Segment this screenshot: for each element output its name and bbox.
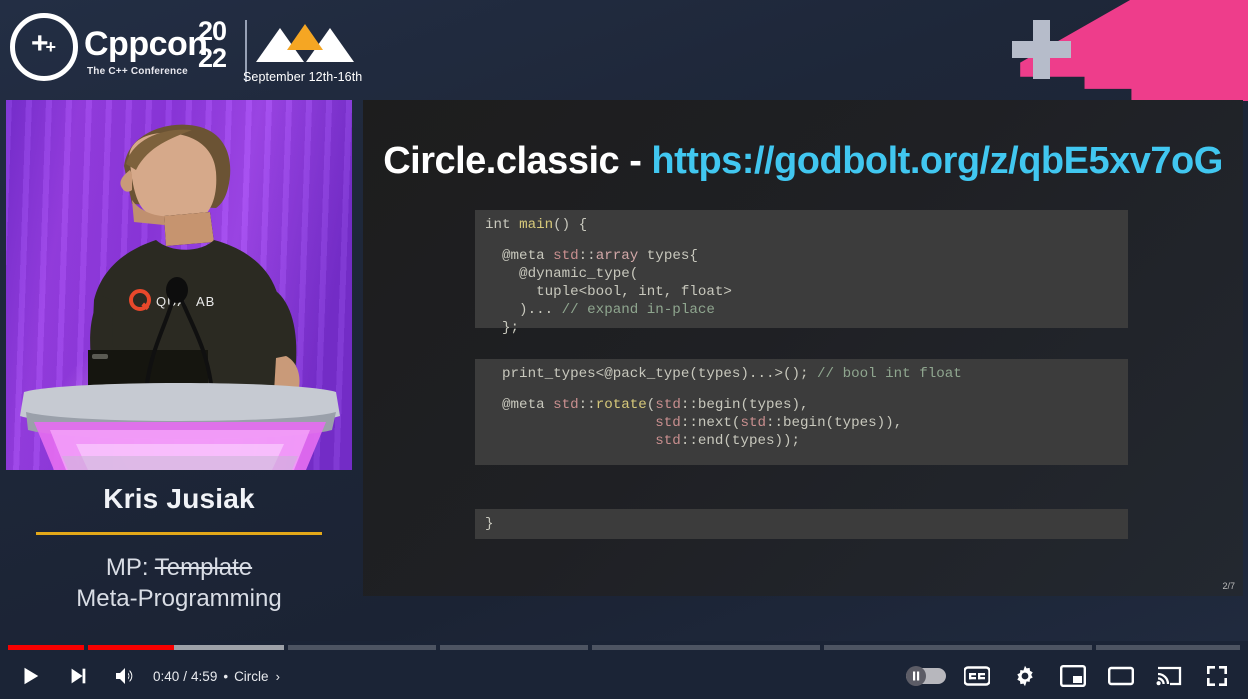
current-time: 0:40 [153, 668, 180, 684]
chevron-right-icon[interactable]: › [276, 669, 280, 684]
talk-title-prefix: MP: [105, 554, 149, 581]
logo-year: 20 22 [198, 16, 227, 73]
svg-text:AB: AB [196, 294, 215, 309]
video-stage[interactable]: ++ Cppcon The C++ Conference 20 22 Septe… [0, 0, 1248, 641]
fullscreen-button[interactable] [1196, 653, 1238, 699]
mountains-icon [256, 24, 354, 62]
speaker-panel: QUA AB Kris Jusiak MP: Template Meta-Pro… [6, 100, 352, 620]
cast-button[interactable] [1148, 653, 1190, 699]
logo-year-bottom: 22 [198, 43, 227, 73]
slide-title-main: Circle.classic - [383, 140, 652, 182]
progress-chapter-segment[interactable] [440, 645, 588, 650]
progress-chapter-segment[interactable] [824, 645, 1092, 650]
theater-mode-button[interactable] [1100, 653, 1142, 699]
miniplayer-button[interactable] [1052, 653, 1094, 699]
progress-chapter-segment[interactable] [288, 645, 436, 650]
progress-chapter-segment[interactable] [88, 645, 284, 650]
logo-tagline: The C++ Conference [87, 66, 188, 77]
control-buttons-row: 0:40 / 4:59 • Circle › [0, 653, 1248, 699]
chapter-label[interactable]: Circle [234, 669, 269, 684]
chapter-separator: • [223, 668, 229, 684]
presentation-slide: Circle.classic - https://godbolt.org/z/q… [363, 100, 1243, 596]
conference-banner: ++ Cppcon The C++ Conference 20 22 Septe… [0, 0, 1248, 101]
code-block-main-open: int main() { [475, 210, 1128, 240]
volume-button[interactable] [105, 653, 145, 699]
talk-title-rest: Meta-Programming [76, 585, 282, 612]
progress-chapter-segment[interactable] [1096, 645, 1240, 650]
settings-gear-button[interactable] [1004, 653, 1046, 699]
logo-plusplus-icon: ++ [30, 27, 56, 60]
slide-page-indicator: 2/7 [1222, 581, 1235, 591]
plus-icon [1012, 20, 1071, 79]
speaker-name: Kris Jusiak [103, 483, 255, 514]
speaker-camera-feed: QUA AB [6, 100, 352, 470]
next-video-button[interactable] [58, 653, 98, 699]
cppcon-logo: ++ Cppcon The C++ Conference 20 22 Septe… [8, 8, 368, 88]
logo-name: Cppcon [84, 25, 208, 63]
subtitles-cc-button[interactable] [955, 653, 999, 699]
logo-year-top: 20 [198, 16, 227, 46]
progress-bar[interactable] [0, 645, 1248, 650]
play-button[interactable] [10, 653, 50, 699]
code-block-meta-array: @meta std::array types{ @dynamic_type( t… [475, 240, 1128, 336]
progress-chapter-segment[interactable] [8, 645, 84, 650]
talk-title-struck: Template [154, 554, 253, 581]
player-control-bar: 0:40 / 4:59 • Circle › [0, 641, 1248, 699]
logo-date: September 12th-16th [243, 70, 363, 84]
slide-title-link: https://godbolt.org/z/qbE5xv7oG [651, 140, 1223, 182]
autoplay-toggle[interactable] [903, 653, 949, 699]
speaker-figure: QUA AB [20, 124, 340, 470]
progress-chapter-segment[interactable] [592, 645, 820, 650]
progress-played [8, 645, 84, 650]
code-block-print-types: print_types<@pack_type(types)...>(); // … [475, 359, 1128, 389]
slide-title: Circle.classic - https://godbolt.org/z/q… [363, 140, 1243, 183]
code-block-main-close: } [475, 509, 1128, 539]
talk-title: MP: Template Meta-Programming [6, 552, 352, 614]
total-time: 4:59 [191, 668, 218, 684]
code-block-meta-rotate: @meta std::rotate(std::begin(types), std… [475, 389, 1128, 465]
gold-divider [36, 532, 322, 535]
progress-played [88, 645, 174, 650]
time-and-chapter-display: 0:40 / 4:59 • Circle › [153, 668, 280, 684]
